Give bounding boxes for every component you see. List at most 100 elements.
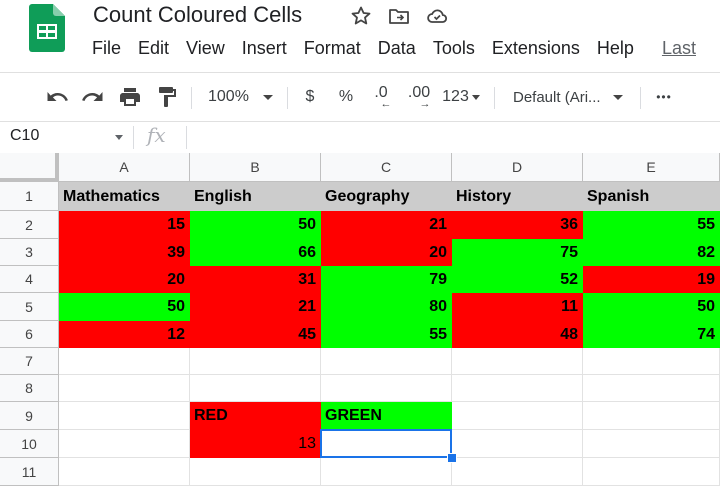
row-header-3[interactable]: 3 <box>0 239 59 266</box>
undo-button[interactable] <box>44 85 70 109</box>
cell-d10[interactable] <box>452 430 583 458</box>
red-label-cell[interactable]: RED <box>190 402 321 430</box>
menu-data[interactable]: Data <box>378 38 416 62</box>
font-select[interactable]: Default (Ari... <box>513 85 631 109</box>
cell-a10[interactable] <box>59 430 190 458</box>
cell-b11[interactable] <box>190 458 321 486</box>
percent-format-button[interactable]: % <box>335 85 357 109</box>
cell-c7[interactable] <box>321 348 452 375</box>
cell-c11[interactable] <box>321 458 452 486</box>
column-header-c[interactable]: C <box>321 153 452 182</box>
cell-b8[interactable] <box>190 375 321 402</box>
row-header-5[interactable]: 5 <box>0 293 59 321</box>
row-header-1[interactable]: 1 <box>0 182 59 211</box>
menu-tools[interactable]: Tools <box>433 38 475 62</box>
cell-b6[interactable]: 45 <box>190 321 321 348</box>
cell-d9[interactable] <box>452 402 583 430</box>
cell-c3[interactable]: 20 <box>321 239 452 266</box>
cell-c8[interactable] <box>321 375 452 402</box>
green-label-cell[interactable]: GREEN <box>321 402 452 430</box>
cell-b2[interactable]: 50 <box>190 211 321 239</box>
cell-e3[interactable]: 82 <box>583 239 720 266</box>
decrease-decimal-button[interactable]: .0 ← <box>369 85 393 110</box>
cell-e7[interactable] <box>583 348 720 375</box>
name-box[interactable]: C10 <box>10 127 39 145</box>
cell-d7[interactable] <box>452 348 583 375</box>
cell-c4[interactable]: 79 <box>321 266 452 293</box>
cell-d5[interactable]: 11 <box>452 293 583 321</box>
cell-a9[interactable] <box>59 402 190 430</box>
cell-a2[interactable]: 15 <box>59 211 190 239</box>
row-header-6[interactable]: 6 <box>0 321 59 348</box>
menu-edit[interactable]: Edit <box>138 38 169 62</box>
select-all-corner[interactable] <box>0 153 59 182</box>
row-header-8[interactable]: 8 <box>0 375 59 402</box>
cell-b3[interactable]: 66 <box>190 239 321 266</box>
cell-a5[interactable]: 50 <box>59 293 190 321</box>
cell-e2[interactable]: 55 <box>583 211 720 239</box>
more-formats-button[interactable]: 123 <box>440 85 482 109</box>
cell-c2[interactable]: 21 <box>321 211 452 239</box>
document-title[interactable]: Count Coloured Cells <box>93 2 302 28</box>
cloud-saved-icon[interactable] <box>425 4 449 28</box>
increase-decimal-button[interactable]: .00 → <box>404 85 434 110</box>
cell-c1[interactable]: Geography <box>321 182 452 211</box>
cell-a11[interactable] <box>59 458 190 486</box>
cell-b1[interactable]: English <box>190 182 321 211</box>
cell-a8[interactable] <box>59 375 190 402</box>
sheets-logo-icon[interactable] <box>29 4 65 52</box>
cell-a1[interactable]: Mathematics <box>59 182 190 211</box>
row-header-2[interactable]: 2 <box>0 211 59 239</box>
more-options-button[interactable]: ••• <box>652 85 676 109</box>
cell-a4[interactable]: 20 <box>59 266 190 293</box>
row-header-7[interactable]: 7 <box>0 348 59 375</box>
row-header-9[interactable]: 9 <box>0 402 59 430</box>
zoom-select[interactable]: 100% <box>208 85 280 109</box>
menu-help[interactable]: Help <box>597 38 634 62</box>
cell-e5[interactable]: 50 <box>583 293 720 321</box>
cell-a3[interactable]: 39 <box>59 239 190 266</box>
cell-b7[interactable] <box>190 348 321 375</box>
cell-e4[interactable]: 19 <box>583 266 720 293</box>
menu-format[interactable]: Format <box>304 38 361 62</box>
column-header-d[interactable]: D <box>452 153 583 182</box>
fill-handle[interactable] <box>447 453 457 463</box>
redo-button[interactable] <box>80 85 106 109</box>
cell-d6[interactable]: 48 <box>452 321 583 348</box>
menu-insert[interactable]: Insert <box>242 38 287 62</box>
cell-d3[interactable]: 75 <box>452 239 583 266</box>
cell-e1[interactable]: Spanish <box>583 182 720 211</box>
row-header-11[interactable]: 11 <box>0 458 59 486</box>
column-header-b[interactable]: B <box>190 153 321 182</box>
cell-c6[interactable]: 55 <box>321 321 452 348</box>
cell-d8[interactable] <box>452 375 583 402</box>
menu-file[interactable]: File <box>92 38 121 62</box>
cell-e10[interactable] <box>583 430 720 458</box>
menu-view[interactable]: View <box>186 38 225 62</box>
paint-format-button[interactable] <box>154 85 180 109</box>
cell-e11[interactable] <box>583 458 720 486</box>
cell-d11[interactable] <box>452 458 583 486</box>
formula-input[interactable] <box>194 127 714 147</box>
star-icon[interactable] <box>349 4 373 28</box>
last-edit-link[interactable]: Last <box>662 38 696 62</box>
print-button[interactable] <box>117 85 143 109</box>
row-header-4[interactable]: 4 <box>0 266 59 293</box>
menu-extensions[interactable]: Extensions <box>492 38 580 62</box>
cell-a7[interactable] <box>59 348 190 375</box>
chevron-down-icon[interactable] <box>115 135 123 140</box>
column-header-e[interactable]: E <box>583 153 720 182</box>
cell-b4[interactable]: 31 <box>190 266 321 293</box>
cell-e8[interactable] <box>583 375 720 402</box>
cell-a6[interactable]: 12 <box>59 321 190 348</box>
cell-d4[interactable]: 52 <box>452 266 583 293</box>
red-count-cell[interactable]: 13 <box>190 430 321 458</box>
cell-e9[interactable] <box>583 402 720 430</box>
cell-c5[interactable]: 80 <box>321 293 452 321</box>
cell-b5[interactable]: 21 <box>190 293 321 321</box>
row-header-10[interactable]: 10 <box>0 430 59 458</box>
move-to-folder-icon[interactable] <box>387 4 411 28</box>
cell-d1[interactable]: History <box>452 182 583 211</box>
cell-e6[interactable]: 74 <box>583 321 720 348</box>
currency-format-button[interactable]: $ <box>300 85 320 109</box>
